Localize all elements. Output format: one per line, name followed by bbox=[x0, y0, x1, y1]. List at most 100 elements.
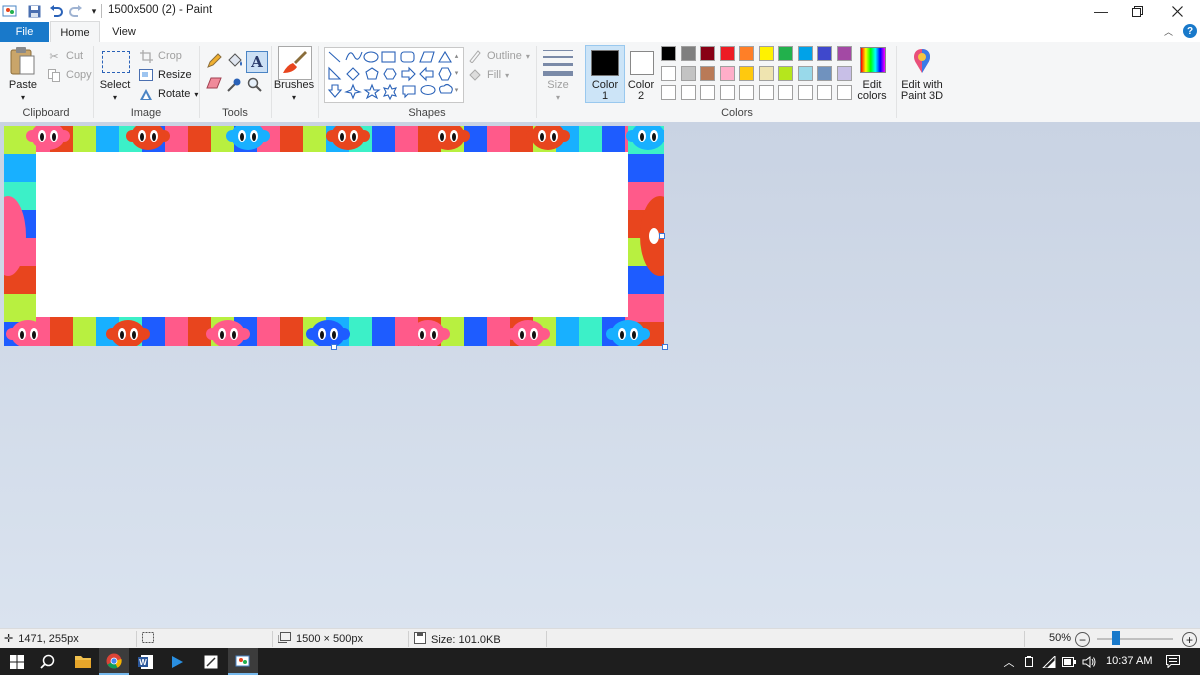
palette-swatch[interactable] bbox=[836, 46, 852, 61]
resize-button[interactable]: Resize bbox=[138, 67, 192, 83]
undo-icon[interactable] bbox=[48, 3, 64, 19]
eraser-icon[interactable] bbox=[206, 77, 224, 95]
colors-group-label: Colors bbox=[721, 107, 753, 119]
brushes-dropdown-icon[interactable]: ▾ bbox=[272, 92, 316, 103]
snipping-tool-icon[interactable] bbox=[196, 648, 226, 675]
help-icon[interactable]: ? bbox=[1183, 24, 1197, 38]
paint3d-icon[interactable] bbox=[908, 47, 936, 75]
paint-app-icon[interactable] bbox=[2, 3, 18, 19]
palette-swatch[interactable] bbox=[680, 65, 696, 81]
rotate-button[interactable]: Rotate ▾ bbox=[138, 86, 198, 102]
cut-button[interactable]: ✂ Cut bbox=[46, 48, 83, 64]
zoom-in-button[interactable]: + bbox=[1182, 632, 1197, 647]
palette-swatch[interactable] bbox=[719, 46, 735, 61]
word-icon[interactable]: W bbox=[131, 648, 161, 675]
size-icon[interactable] bbox=[543, 48, 573, 78]
start-button[interactable] bbox=[2, 648, 32, 675]
palette-swatch[interactable] bbox=[797, 85, 813, 100]
customize-toolbar-icon[interactable]: ▾ bbox=[86, 3, 102, 19]
paint-taskbar-icon[interactable] bbox=[228, 648, 258, 675]
outline-button[interactable]: Outline ▾ bbox=[467, 48, 530, 64]
media-player-icon[interactable] bbox=[162, 648, 192, 675]
action-center-icon[interactable] bbox=[1158, 648, 1188, 675]
magnifier-icon[interactable] bbox=[247, 77, 265, 95]
selection-size bbox=[142, 632, 154, 646]
palette-swatch[interactable] bbox=[758, 65, 774, 81]
pencil-icon[interactable] bbox=[206, 53, 224, 71]
text-tool-icon[interactable]: A bbox=[246, 51, 268, 73]
brushes-icon[interactable] bbox=[278, 46, 312, 80]
edit-colors-icon[interactable] bbox=[860, 47, 886, 73]
edit-colors-label-2: colors bbox=[857, 90, 887, 102]
paste-icon[interactable] bbox=[8, 46, 38, 78]
fill-button[interactable]: Fill ▾ bbox=[467, 67, 509, 83]
clipboard-group-label: Clipboard bbox=[22, 107, 70, 119]
palette-swatch[interactable] bbox=[778, 46, 793, 61]
palette-swatch[interactable] bbox=[661, 46, 676, 61]
paste-dropdown-icon[interactable]: ▾ bbox=[4, 92, 42, 103]
color-picker-icon[interactable] bbox=[226, 77, 244, 95]
palette-swatch[interactable] bbox=[680, 85, 696, 100]
chrome-icon[interactable] bbox=[99, 648, 129, 675]
palette-swatch[interactable] bbox=[661, 65, 676, 81]
palette-swatch[interactable] bbox=[758, 46, 774, 61]
shapes-scroll[interactable]: ▴ ▾ ▾ bbox=[452, 48, 461, 100]
drawing-canvas[interactable] bbox=[4, 126, 664, 346]
palette-swatch[interactable] bbox=[739, 65, 754, 81]
palette-swatch[interactable] bbox=[719, 85, 735, 100]
palette-swatch[interactable] bbox=[758, 85, 774, 100]
edit-with-paint3d-label-2: Paint 3D bbox=[900, 90, 944, 102]
palette-swatch[interactable] bbox=[836, 85, 852, 100]
collapse-ribbon-icon[interactable]: ︿ bbox=[1164, 25, 1173, 38]
palette-swatch[interactable] bbox=[817, 85, 832, 100]
resize-handle-right[interactable] bbox=[659, 233, 665, 239]
palette-swatch[interactable] bbox=[680, 46, 696, 61]
fill-bucket-icon[interactable] bbox=[226, 53, 244, 71]
palette-swatch[interactable] bbox=[739, 46, 754, 61]
palette-swatch[interactable] bbox=[719, 65, 735, 81]
tools-group-label: Tools bbox=[222, 107, 248, 119]
palette-swatch[interactable] bbox=[797, 46, 813, 61]
zoom-slider-track[interactable] bbox=[1097, 638, 1173, 640]
select-icon[interactable] bbox=[102, 51, 130, 73]
copy-button[interactable]: Copy bbox=[46, 67, 92, 83]
palette-swatch[interactable] bbox=[700, 85, 715, 100]
palette-swatch[interactable] bbox=[700, 65, 715, 81]
taskbar-clock[interactable]: 10:37 AM bbox=[1106, 655, 1152, 667]
crop-button[interactable]: Crop bbox=[138, 48, 182, 64]
resize-handle-bottom[interactable] bbox=[331, 344, 337, 350]
select-button[interactable]: Select bbox=[96, 80, 134, 91]
paste-button[interactable]: Paste bbox=[4, 80, 42, 91]
resize-handle-corner[interactable] bbox=[662, 344, 668, 350]
redo-icon[interactable] bbox=[68, 3, 84, 19]
palette-swatch[interactable] bbox=[836, 65, 852, 81]
volume-icon[interactable] bbox=[1074, 648, 1104, 675]
tab-file[interactable]: File bbox=[0, 22, 49, 42]
palette-swatch[interactable] bbox=[778, 85, 793, 100]
selection-icon bbox=[142, 632, 154, 646]
close-button[interactable] bbox=[1154, 0, 1200, 22]
tab-home[interactable]: Home bbox=[50, 21, 100, 43]
window-title: 1500x500 (2) - Paint bbox=[108, 4, 213, 16]
palette-swatch[interactable] bbox=[700, 46, 715, 61]
palette-swatch[interactable] bbox=[817, 65, 832, 81]
save-icon[interactable] bbox=[26, 3, 42, 19]
palette-swatch[interactable] bbox=[739, 85, 754, 100]
outline-label: Outline bbox=[487, 50, 522, 62]
palette-swatch[interactable] bbox=[661, 85, 676, 100]
file-explorer-icon[interactable] bbox=[68, 648, 98, 675]
color2-swatch[interactable] bbox=[630, 51, 654, 75]
zoom-out-button[interactable]: − bbox=[1075, 632, 1090, 647]
zoom-slider-thumb[interactable] bbox=[1112, 631, 1120, 645]
size-button[interactable]: Size bbox=[540, 80, 576, 91]
size-dropdown-icon[interactable]: ▾ bbox=[540, 92, 576, 103]
palette-swatch[interactable] bbox=[817, 46, 832, 61]
tab-view[interactable]: View bbox=[100, 22, 148, 42]
palette-swatch[interactable] bbox=[797, 65, 813, 81]
search-icon[interactable] bbox=[32, 648, 62, 675]
brushes-button[interactable]: Brushes bbox=[272, 80, 316, 91]
select-dropdown-icon[interactable]: ▾ bbox=[96, 92, 134, 103]
image-group-label: Image bbox=[130, 107, 162, 119]
palette-swatch[interactable] bbox=[778, 65, 793, 81]
rotate-dropdown-icon: ▾ bbox=[194, 89, 199, 99]
